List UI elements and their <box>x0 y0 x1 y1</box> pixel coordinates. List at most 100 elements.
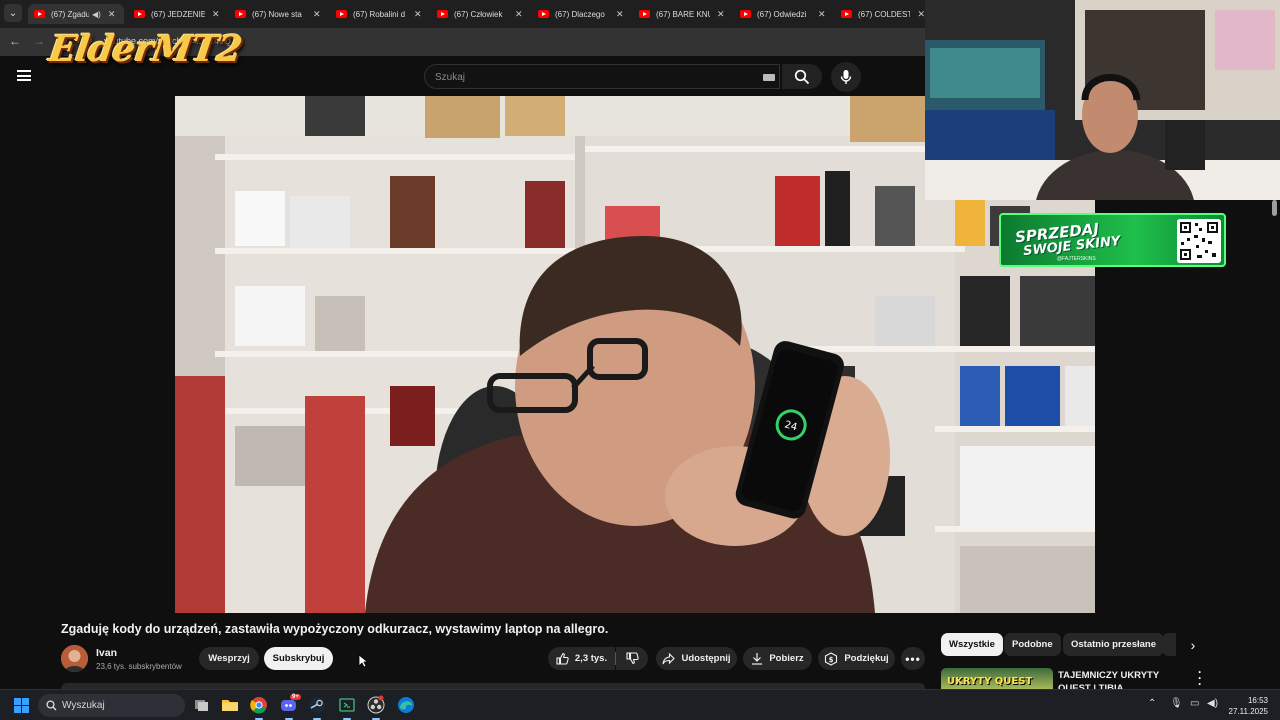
close-tab-icon[interactable]: ✕ <box>616 9 624 20</box>
obs-icon[interactable] <box>366 695 386 720</box>
tab-8[interactable]: (67) COLDEST ✕ <box>835 4 925 24</box>
menu-hamburger-icon[interactable] <box>17 70 31 81</box>
file-explorer-icon[interactable] <box>220 695 240 715</box>
microphone-icon[interactable]: 🎙 <box>1170 698 1183 709</box>
youtube-favicon-icon <box>538 10 549 18</box>
tab-7[interactable]: (67) Odwiedzi ✕ <box>734 4 834 24</box>
search-icon <box>794 69 810 84</box>
windows-taskbar: 9+ ⌃ 🎙 ▭ ◀) 16:53 27.11.2025 <box>0 689 1280 720</box>
tab-4[interactable]: (67) Człowiek ✕ <box>431 4 531 24</box>
share-label: Udostępnij <box>681 653 731 664</box>
tab-title: (67) Dlaczego <box>555 9 605 19</box>
tab-title: (67) JEDZENIE <box>151 9 205 19</box>
tab-2[interactable]: (67) Nowe sta ✕ <box>229 4 329 24</box>
keyboard-icon[interactable] <box>763 74 775 81</box>
close-tab-icon[interactable]: ✕ <box>313 9 321 20</box>
browser-tab-strip: ⌄ (67) Zgadu ◀) ✕ (67) JEDZENIE ✕ (67) N… <box>0 0 925 28</box>
tab-5[interactable]: (67) Dlaczego ✕ <box>532 4 632 24</box>
chip-recently-uploaded[interactable]: Ostatnio przesłane <box>1063 633 1164 656</box>
microphone-icon <box>840 70 852 84</box>
steam-icon[interactable] <box>307 695 327 720</box>
tab-title: (67) Człowiek <box>454 9 503 19</box>
search-box <box>424 64 780 89</box>
chip-all[interactable]: Wszystkie <box>941 633 1003 656</box>
youtube-favicon-icon <box>134 10 145 18</box>
like-count: 2,3 tys. <box>574 653 608 664</box>
video-title: Zgaduję kody do urządzeń, zastawiła wypo… <box>61 622 609 636</box>
dislike-button[interactable] <box>616 647 648 670</box>
search-input[interactable] <box>435 69 735 85</box>
volume-icon[interactable]: ◀) <box>1207 698 1218 709</box>
tab-title: (67) Zgadu <box>51 9 89 19</box>
search-icon <box>46 700 57 711</box>
streamer-webcam <box>925 0 1280 200</box>
close-tab-icon[interactable]: ✕ <box>515 9 523 20</box>
chevron-right-icon[interactable]: › <box>1184 636 1202 654</box>
channel-name[interactable]: Ivan <box>96 647 117 659</box>
more-dots-icon: ••• <box>905 651 921 666</box>
ad-banner[interactable]: SPRZEDAJ SWOJE SKINY @FAJTERSKINS <box>999 213 1226 267</box>
edge-icon[interactable] <box>396 695 416 715</box>
voice-search-button[interactable] <box>831 62 861 92</box>
thumbs-down-icon <box>625 652 639 665</box>
download-button[interactable]: Pobierz <box>743 647 812 670</box>
youtube-favicon-icon <box>34 10 45 18</box>
clock-date: 27.11.2025 <box>1228 707 1268 716</box>
page-scrollbar[interactable] <box>1272 200 1277 216</box>
tab-6[interactable]: (67) BARE KNU ✕ <box>633 4 733 24</box>
discord-icon[interactable]: 9+ <box>279 694 301 720</box>
support-button[interactable]: Wesprzyj <box>199 647 259 670</box>
tab-title: (67) Odwiedzi <box>757 9 807 19</box>
windows-start-icon[interactable] <box>14 698 29 713</box>
taskbar-search-box <box>38 694 185 717</box>
qr-code-icon <box>1177 219 1221 263</box>
network-icon[interactable]: ▭ <box>1190 698 1199 709</box>
forward-arrow-icon[interactable]: → <box>33 34 45 48</box>
like-button[interactable]: 2,3 tys. <box>548 647 615 670</box>
webcam-image <box>925 0 1280 200</box>
thanks-button[interactable]: $ Podziękuj <box>818 647 895 670</box>
back-arrow-icon[interactable]: ← <box>9 34 21 48</box>
svg-text:$: $ <box>829 656 834 664</box>
chip-overflow[interactable] <box>1162 633 1176 656</box>
related-video-thumbnail[interactable]: UKRYTY QUEST <box>941 668 1053 689</box>
close-tab-icon[interactable]: ✕ <box>414 9 422 20</box>
youtube-favicon-icon <box>336 10 347 18</box>
subscribe-button[interactable]: Subskrybuj <box>264 647 333 670</box>
ad-handle: @FAJTERSKINS <box>1057 256 1096 262</box>
chevron-up-icon[interactable]: ⌃ <box>1148 698 1156 709</box>
download-label: Pobierz <box>769 653 804 664</box>
more-actions-button[interactable]: ••• <box>901 647 925 670</box>
task-view-icon[interactable] <box>192 695 212 715</box>
eldermt2-logo: ElderMT2 <box>46 28 245 70</box>
share-button[interactable]: Udostępnij <box>656 647 737 670</box>
super-thanks-icon: $ <box>825 651 838 666</box>
channel-avatar[interactable] <box>61 645 88 672</box>
more-vert-icon[interactable]: · · · <box>1198 666 1202 690</box>
right-rail <box>1095 267 1280 613</box>
tab-3[interactable]: (67) Robalini d ✕ <box>330 4 430 24</box>
close-tab-icon[interactable]: ✕ <box>212 9 220 20</box>
speaker-icon[interactable]: ◀) <box>92 10 101 19</box>
close-tab-icon[interactable]: ✕ <box>717 9 725 20</box>
terminal-app-icon[interactable] <box>337 695 357 720</box>
close-tab-icon[interactable]: ✕ <box>818 9 826 20</box>
search-button[interactable] <box>782 64 822 89</box>
youtube-favicon-icon <box>740 10 751 18</box>
youtube-favicon-icon <box>235 10 246 18</box>
close-tab-icon[interactable]: ✕ <box>108 9 116 20</box>
system-clock[interactable]: 16:53 27.11.2025 <box>1226 695 1268 717</box>
tab-1[interactable]: (67) JEDZENIE ✕ <box>128 4 228 24</box>
youtube-favicon-icon <box>841 10 852 18</box>
tab-title: (67) Robalini d <box>353 9 406 19</box>
youtube-favicon-icon <box>437 10 448 18</box>
tab-title: (67) BARE KNU <box>656 9 710 19</box>
clock-time: 16:53 <box>1247 696 1268 705</box>
tab-0[interactable]: (67) Zgadu ◀) ✕ <box>28 4 124 24</box>
tab-search-dropdown-button[interactable]: ⌄ <box>4 4 22 22</box>
close-tab-icon[interactable]: ✕ <box>917 9 925 20</box>
mouse-cursor-icon <box>358 654 368 668</box>
chrome-icon[interactable] <box>249 695 269 720</box>
chip-similar[interactable]: Podobne <box>1004 633 1061 656</box>
taskbar-search-input[interactable] <box>62 699 172 712</box>
